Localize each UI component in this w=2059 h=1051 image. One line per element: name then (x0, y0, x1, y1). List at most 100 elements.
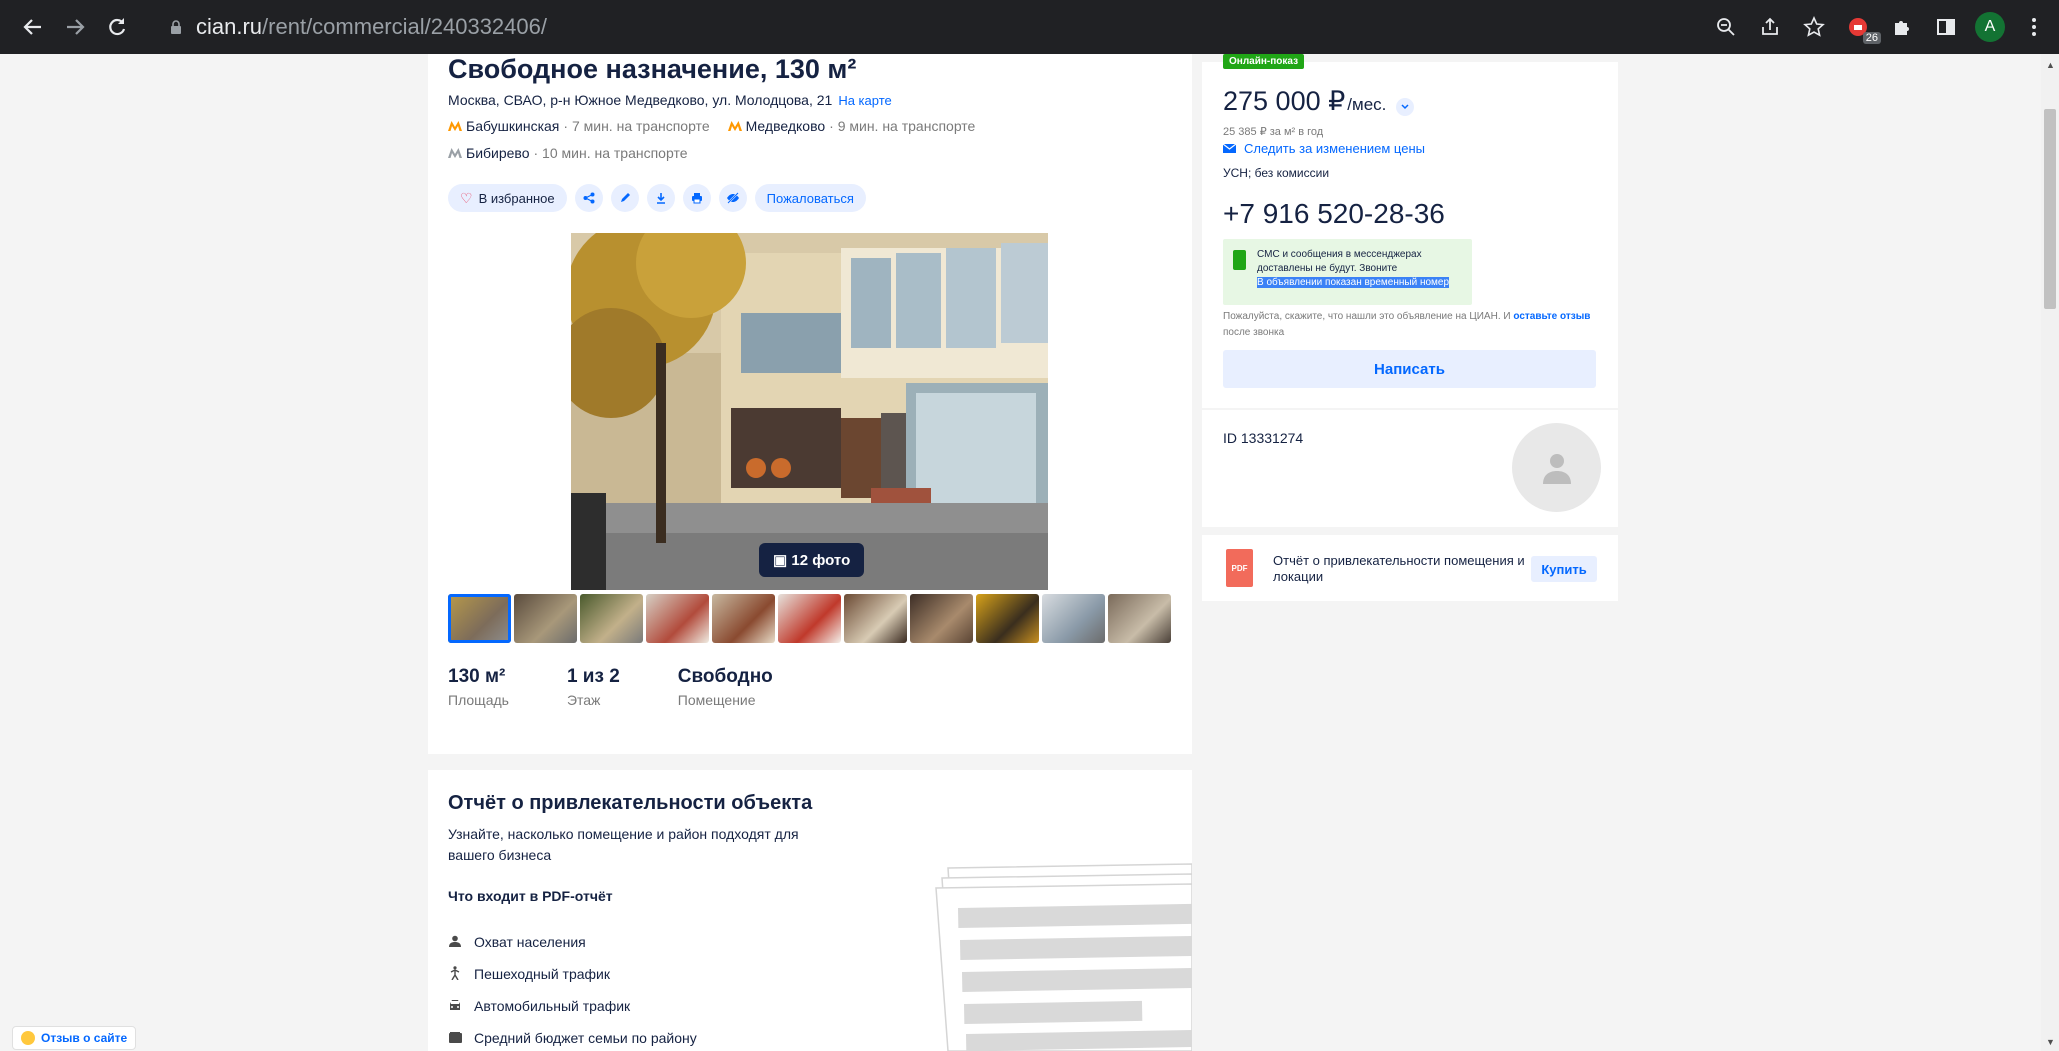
extension-badge: 26 (1862, 32, 1881, 44)
reload-button[interactable] (96, 6, 138, 48)
browser-menu-button[interactable] (2019, 12, 2049, 42)
photo-count-button[interactable]: ▣ 12 фото (759, 543, 865, 577)
url-path: /rent/commercial/240332406/ (262, 14, 547, 39)
zoom-button[interactable] (1711, 12, 1741, 42)
photo-thumbnail[interactable] (712, 594, 775, 643)
sms-line-2: В объявлении показан временный номер (1257, 277, 1450, 288)
site-feedback-button[interactable]: Отзыв о сайте (12, 1026, 137, 1050)
metro-name: Медведково (745, 118, 826, 134)
favorite-button[interactable]: ♡ В избранное (448, 184, 567, 212)
feedback-text: Пожалуйста, скажите, что нашли это объяв… (1223, 311, 1511, 322)
favorite-label: В избранное (478, 190, 555, 206)
lock-icon (171, 20, 181, 34)
list-item: Пешеходный трафик (448, 958, 697, 990)
profile-avatar[interactable]: A (1975, 12, 2005, 42)
agent-avatar (1512, 423, 1601, 512)
buy-button[interactable]: Купить (1531, 556, 1597, 582)
photo-thumbnail[interactable] (514, 594, 577, 643)
reload-icon (109, 18, 126, 36)
photo-thumbnail[interactable] (646, 594, 709, 643)
download-button[interactable] (646, 184, 675, 212)
photo-thumbnails (448, 594, 1171, 643)
report-illustration (908, 806, 1192, 1051)
hide-button[interactable] (718, 184, 747, 212)
photo-thumbnail[interactable] (844, 594, 907, 643)
fact-area: 130 м² Площадь (448, 666, 509, 708)
feedback-tail: после звонка (1223, 327, 1285, 338)
listing-facts: 130 м² Площадь 1 из 2 Этаж Свободно Поме… (448, 666, 773, 708)
price-value: 275 000 ₽ (1223, 86, 1346, 116)
pdf-icon: PDF (1226, 549, 1253, 587)
browser-toolbar: cian.ru/rent/commercial/240332406/ 26 A (0, 0, 2059, 54)
sms-line-1: СМС и сообщения в мессенджерах доставлен… (1257, 249, 1422, 274)
list-item: Охват населения (448, 926, 697, 958)
extension-button[interactable]: 26 (1843, 12, 1881, 44)
metro-item: Бибирево · 10 мин. на транспорте (448, 145, 687, 161)
tax-info: УСН; без комиссии (1223, 166, 1330, 180)
metro-icon (448, 121, 462, 131)
report-card-text: Отчёт о привлекательности помещения и ло… (1273, 553, 1525, 584)
photo-thumbnail[interactable] (1042, 594, 1105, 643)
address-bar[interactable]: cian.ru/rent/commercial/240332406/ (150, 9, 547, 45)
page-scrollbar[interactable]: ▲ ▼ (2041, 54, 2059, 1051)
write-button[interactable]: Написать (1223, 350, 1596, 388)
pencil-icon (620, 193, 630, 202)
agent-id: ID 13331274 (1223, 430, 1304, 446)
phone-number[interactable]: +7 916 520-28-36 (1223, 198, 1445, 230)
report-description: Узнайте, насколько помещение и район под… (448, 826, 799, 863)
star-icon (1803, 16, 1825, 37)
fact-label: Площадь (448, 692, 509, 708)
wallet-icon (448, 1031, 462, 1046)
share-listing-button[interactable] (574, 184, 603, 212)
list-item: Автомобильный трафик (448, 990, 697, 1022)
metro-row-2: Бибирево · 10 мин. на транспорте (448, 145, 687, 161)
metro-icon (448, 148, 462, 158)
photo-thumbnail[interactable] (1108, 594, 1171, 643)
zoom-out-icon (1717, 18, 1735, 36)
photo-thumbnail[interactable] (976, 594, 1039, 643)
metro-item: Медведково · 9 мин. на транспорте (727, 118, 975, 134)
photo-thumbnail[interactable] (580, 594, 643, 643)
download-icon (656, 193, 665, 204)
photo-thumbnail[interactable] (448, 594, 511, 643)
photo-thumbnail[interactable] (778, 594, 841, 643)
forward-button[interactable] (54, 6, 96, 48)
report-subtitle: Что входит в PDF-отчёт (448, 888, 613, 904)
back-button[interactable] (12, 6, 54, 48)
kebab-menu-icon (2032, 18, 2036, 36)
note-button[interactable] (610, 184, 639, 212)
report-item-label: Пешеходный трафик (474, 966, 611, 982)
url-host: cian.ru (196, 14, 263, 39)
fact-floor: 1 из 2 Этаж (567, 666, 620, 708)
envelope-icon (1223, 144, 1236, 153)
price-period: /мес. (1347, 95, 1387, 114)
share-icon (583, 192, 595, 204)
price-details-toggle[interactable] (1396, 98, 1415, 116)
list-item: Средний бюджет семьи по району (448, 1022, 697, 1051)
fact-value: 1 из 2 (566, 666, 620, 687)
complain-button[interactable]: Пожаловаться (754, 184, 866, 212)
report-item-label: Средний бюджет семьи по району (474, 1030, 697, 1046)
leave-review-link[interactable]: оставьте отзыв (1513, 311, 1590, 322)
side-panel-button[interactable] (1931, 12, 1961, 42)
scroll-down-icon[interactable]: ▼ (2046, 1037, 2055, 1047)
print-button[interactable] (682, 184, 711, 212)
map-link[interactable]: На карте (838, 93, 891, 108)
bookmark-button[interactable] (1799, 12, 1829, 42)
arrow-left-icon (23, 19, 41, 35)
puzzle-icon (1895, 21, 1909, 35)
main-photo[interactable]: ▣ 12 фото (571, 233, 1048, 590)
extensions-menu-button[interactable] (1887, 12, 1917, 42)
fact-premises: Свободно Помещение (678, 666, 773, 708)
metro-time: · 7 мин. на транспорте (563, 118, 710, 134)
share-button[interactable] (1755, 12, 1785, 42)
scroll-thumb[interactable] (2044, 109, 2056, 309)
track-price-link[interactable]: Следить за изменением цены (1223, 141, 1425, 156)
metro-name: Бибирево (466, 145, 530, 161)
share-icon (1762, 17, 1778, 35)
arrow-right-icon (67, 19, 85, 35)
user-placeholder-icon (1542, 453, 1571, 484)
eye-off-icon (726, 192, 739, 204)
photo-thumbnail[interactable] (910, 594, 973, 643)
scroll-up-icon[interactable]: ▲ (2046, 60, 2055, 70)
